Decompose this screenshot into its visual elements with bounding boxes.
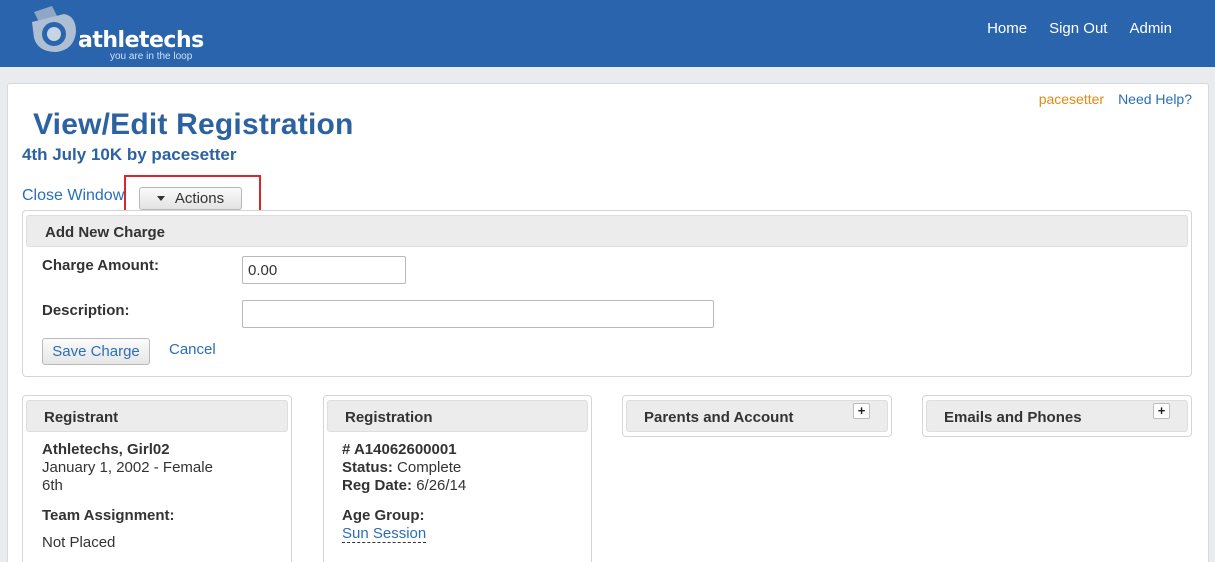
emails-phones-heading: Emails and Phones [926, 400, 1188, 432]
nav-admin[interactable]: Admin [1129, 20, 1172, 37]
registrant-dob-gender: January 1, 2002 - Female [42, 459, 213, 476]
whistle-icon [32, 6, 76, 52]
team-assignment-label: Team Assignment: [42, 507, 175, 524]
save-charge-button[interactable]: Save Charge [42, 338, 150, 365]
registrant-name: Athletechs, Girl02 [42, 441, 170, 458]
cancel-link[interactable]: Cancel [169, 341, 216, 358]
registrant-heading: Registrant [26, 400, 288, 432]
actions-label: Actions [174, 190, 225, 207]
description-label: Description: [42, 302, 130, 319]
description-input[interactable] [242, 300, 714, 328]
age-group-label: Age Group: [342, 507, 425, 524]
charge-amount-label: Charge Amount: [42, 257, 159, 274]
user-links: pacesetter Need Help? [1039, 91, 1192, 107]
add-charge-heading: Add New Charge [26, 215, 1188, 247]
plus-icon[interactable]: + [1153, 403, 1170, 419]
registration-number: # A14062600001 [342, 441, 457, 458]
top-navbar: athletechs you are in the loop Home Sign… [0, 0, 1215, 67]
parents-account-panel: Parents and Account + [622, 395, 892, 437]
reg-date-value: 6/26/14 [416, 477, 467, 494]
registrant-panel: Registrant Athletechs, Girl02 January 1,… [22, 395, 292, 562]
main-nav: Home Sign Out Admin [987, 20, 1172, 37]
add-charge-panel: Add New Charge Charge Amount: Descriptio… [22, 210, 1192, 377]
logo-tagline: you are in the loop [110, 51, 193, 62]
parents-account-heading: Parents and Account [626, 400, 888, 432]
registrant-grade: 6th [42, 477, 63, 494]
logo-wordmark: athletechs [78, 28, 204, 53]
need-help-link[interactable]: Need Help? [1118, 91, 1192, 107]
reg-date-label: Reg Date: [342, 477, 413, 494]
age-group-value[interactable]: Sun Session [342, 525, 427, 543]
athletechs-logo[interactable]: athletechs you are in the loop [24, 4, 204, 62]
status-value: Complete [397, 459, 462, 476]
nav-home[interactable]: Home [987, 20, 1027, 37]
plus-icon[interactable]: + [853, 403, 870, 419]
nav-sign-out[interactable]: Sign Out [1049, 20, 1107, 37]
page-title: View/Edit Registration [33, 108, 354, 141]
emails-phones-panel: Emails and Phones + [922, 395, 1192, 437]
charge-amount-input[interactable] [242, 256, 406, 284]
username-link[interactable]: pacesetter [1039, 91, 1104, 107]
team-assignment-value: Not Placed [42, 534, 116, 551]
close-window-link[interactable]: Close Window [22, 187, 124, 205]
status-label: Status: [342, 459, 393, 476]
actions-dropdown-button[interactable]: Actions [139, 187, 242, 210]
registration-panel: Registration # A14062600001 Status: Comp… [323, 395, 592, 562]
event-subtitle: 4th July 10K by pacesetter [22, 145, 237, 164]
registration-heading: Registration [327, 400, 588, 432]
caret-down-icon [156, 196, 165, 201]
